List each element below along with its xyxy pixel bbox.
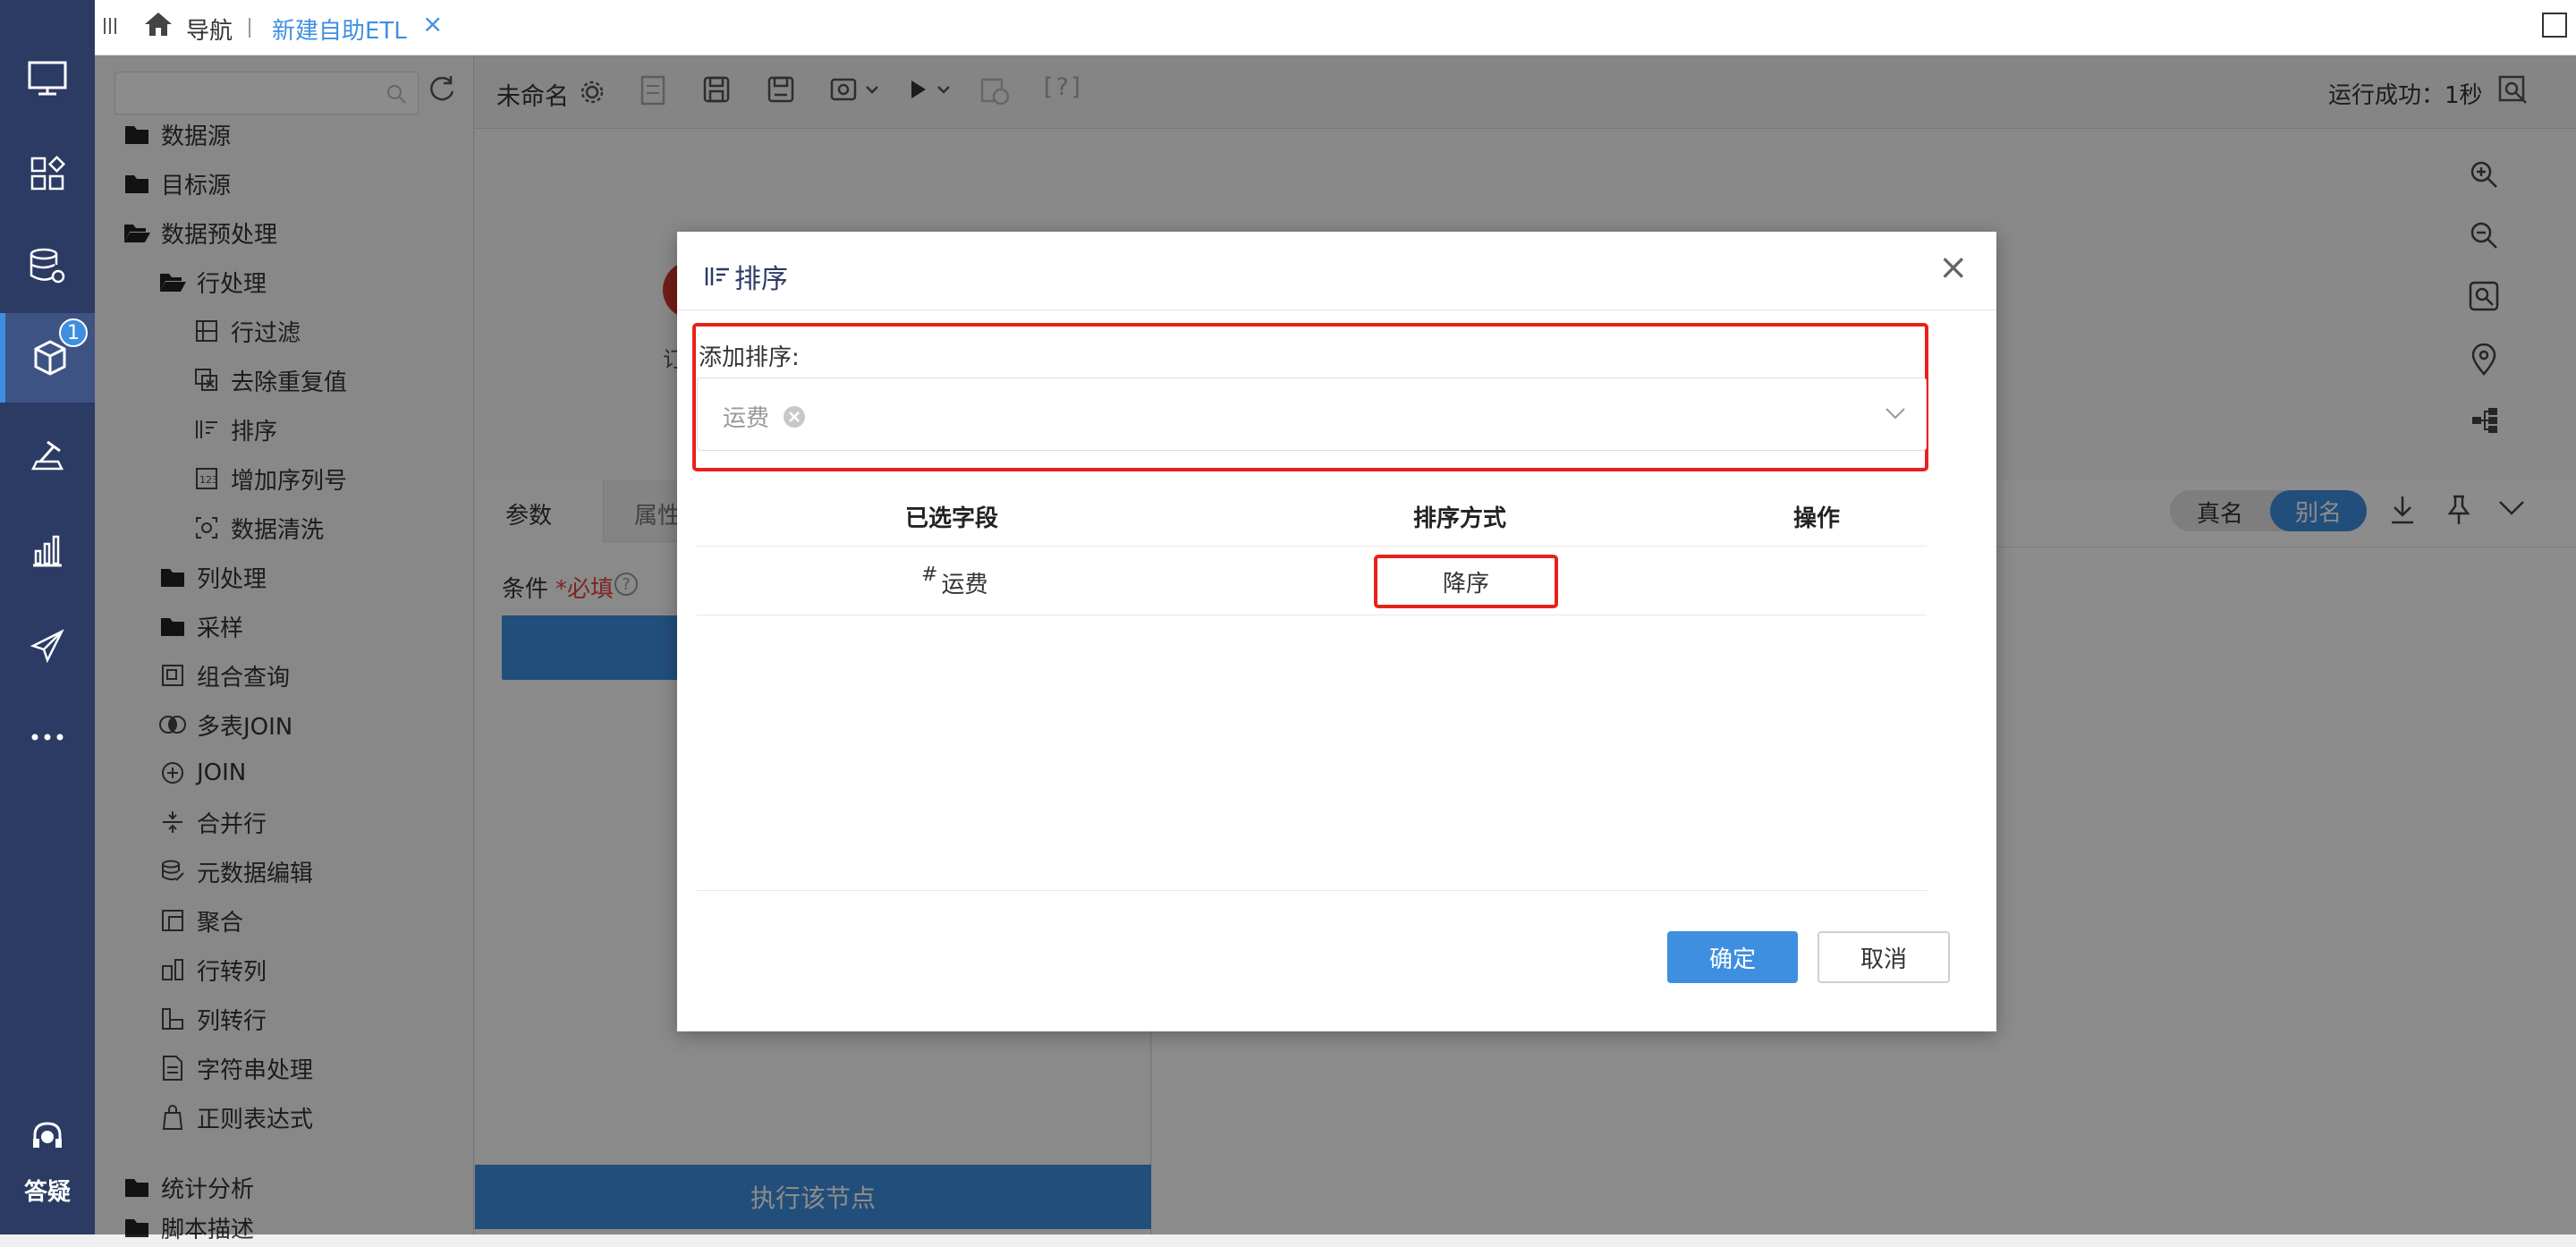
hammer-icon[interactable] [0,411,95,501]
tab-new-etl[interactable]: 新建自助ETL [272,13,407,46]
tab-divider [249,18,250,38]
notification-badge: 1 [59,318,88,347]
dashboard-icon[interactable] [0,129,95,218]
headset-icon[interactable] [0,1097,95,1177]
row-field-name: 运费 [941,572,988,598]
header-line [697,546,1927,547]
selected-field-tag: 运费 [723,400,807,433]
database-settings-icon[interactable] [0,222,95,311]
table-row: # 运费 [921,564,988,599]
col-selected-field: 已选字段 [905,505,999,532]
table-bottom-line [697,890,1927,891]
sort-icon [704,265,731,288]
close-icon[interactable]: × [1938,250,1969,285]
tab-bar: 导航 新建自助ETL × [95,0,2576,55]
more-icon[interactable] [0,692,95,782]
bar-chart-icon[interactable] [0,506,95,596]
menu-collapse-icon[interactable] [102,16,118,36]
left-nav: 1 答疑 [0,0,95,1234]
tab-close-icon[interactable]: × [422,9,443,38]
sort-dialog: 排序 × 添加排序: 运费 已选字段 排序方式 操作 # 运费 降序 确定 取消 [677,232,1996,1031]
chevron-down-icon[interactable] [1885,407,1906,420]
tab-navigation[interactable]: 导航 [186,13,233,46]
remove-tag-icon[interactable] [782,404,807,429]
sort-field-select[interactable]: 运费 [697,377,1927,451]
dialog-title: 排序 [734,264,788,295]
send-icon[interactable] [0,601,95,691]
sort-order-select[interactable]: 降序 [1374,555,1558,608]
col-actions: 操作 [1793,505,1841,532]
help-label[interactable]: 答疑 [0,1174,95,1207]
selected-field-label: 运费 [723,405,770,432]
maximize-icon[interactable] [2542,13,2567,38]
monitor-icon[interactable] [0,34,95,123]
numeric-field-icon: # [921,564,938,586]
home-icon[interactable] [143,11,174,38]
cancel-button[interactable]: 取消 [1818,931,1950,983]
add-sort-label: 添加排序: [699,344,800,371]
confirm-button[interactable]: 确定 [1667,931,1798,983]
dialog-header: 排序 [704,257,788,296]
col-sort-order: 排序方式 [1413,505,1507,532]
